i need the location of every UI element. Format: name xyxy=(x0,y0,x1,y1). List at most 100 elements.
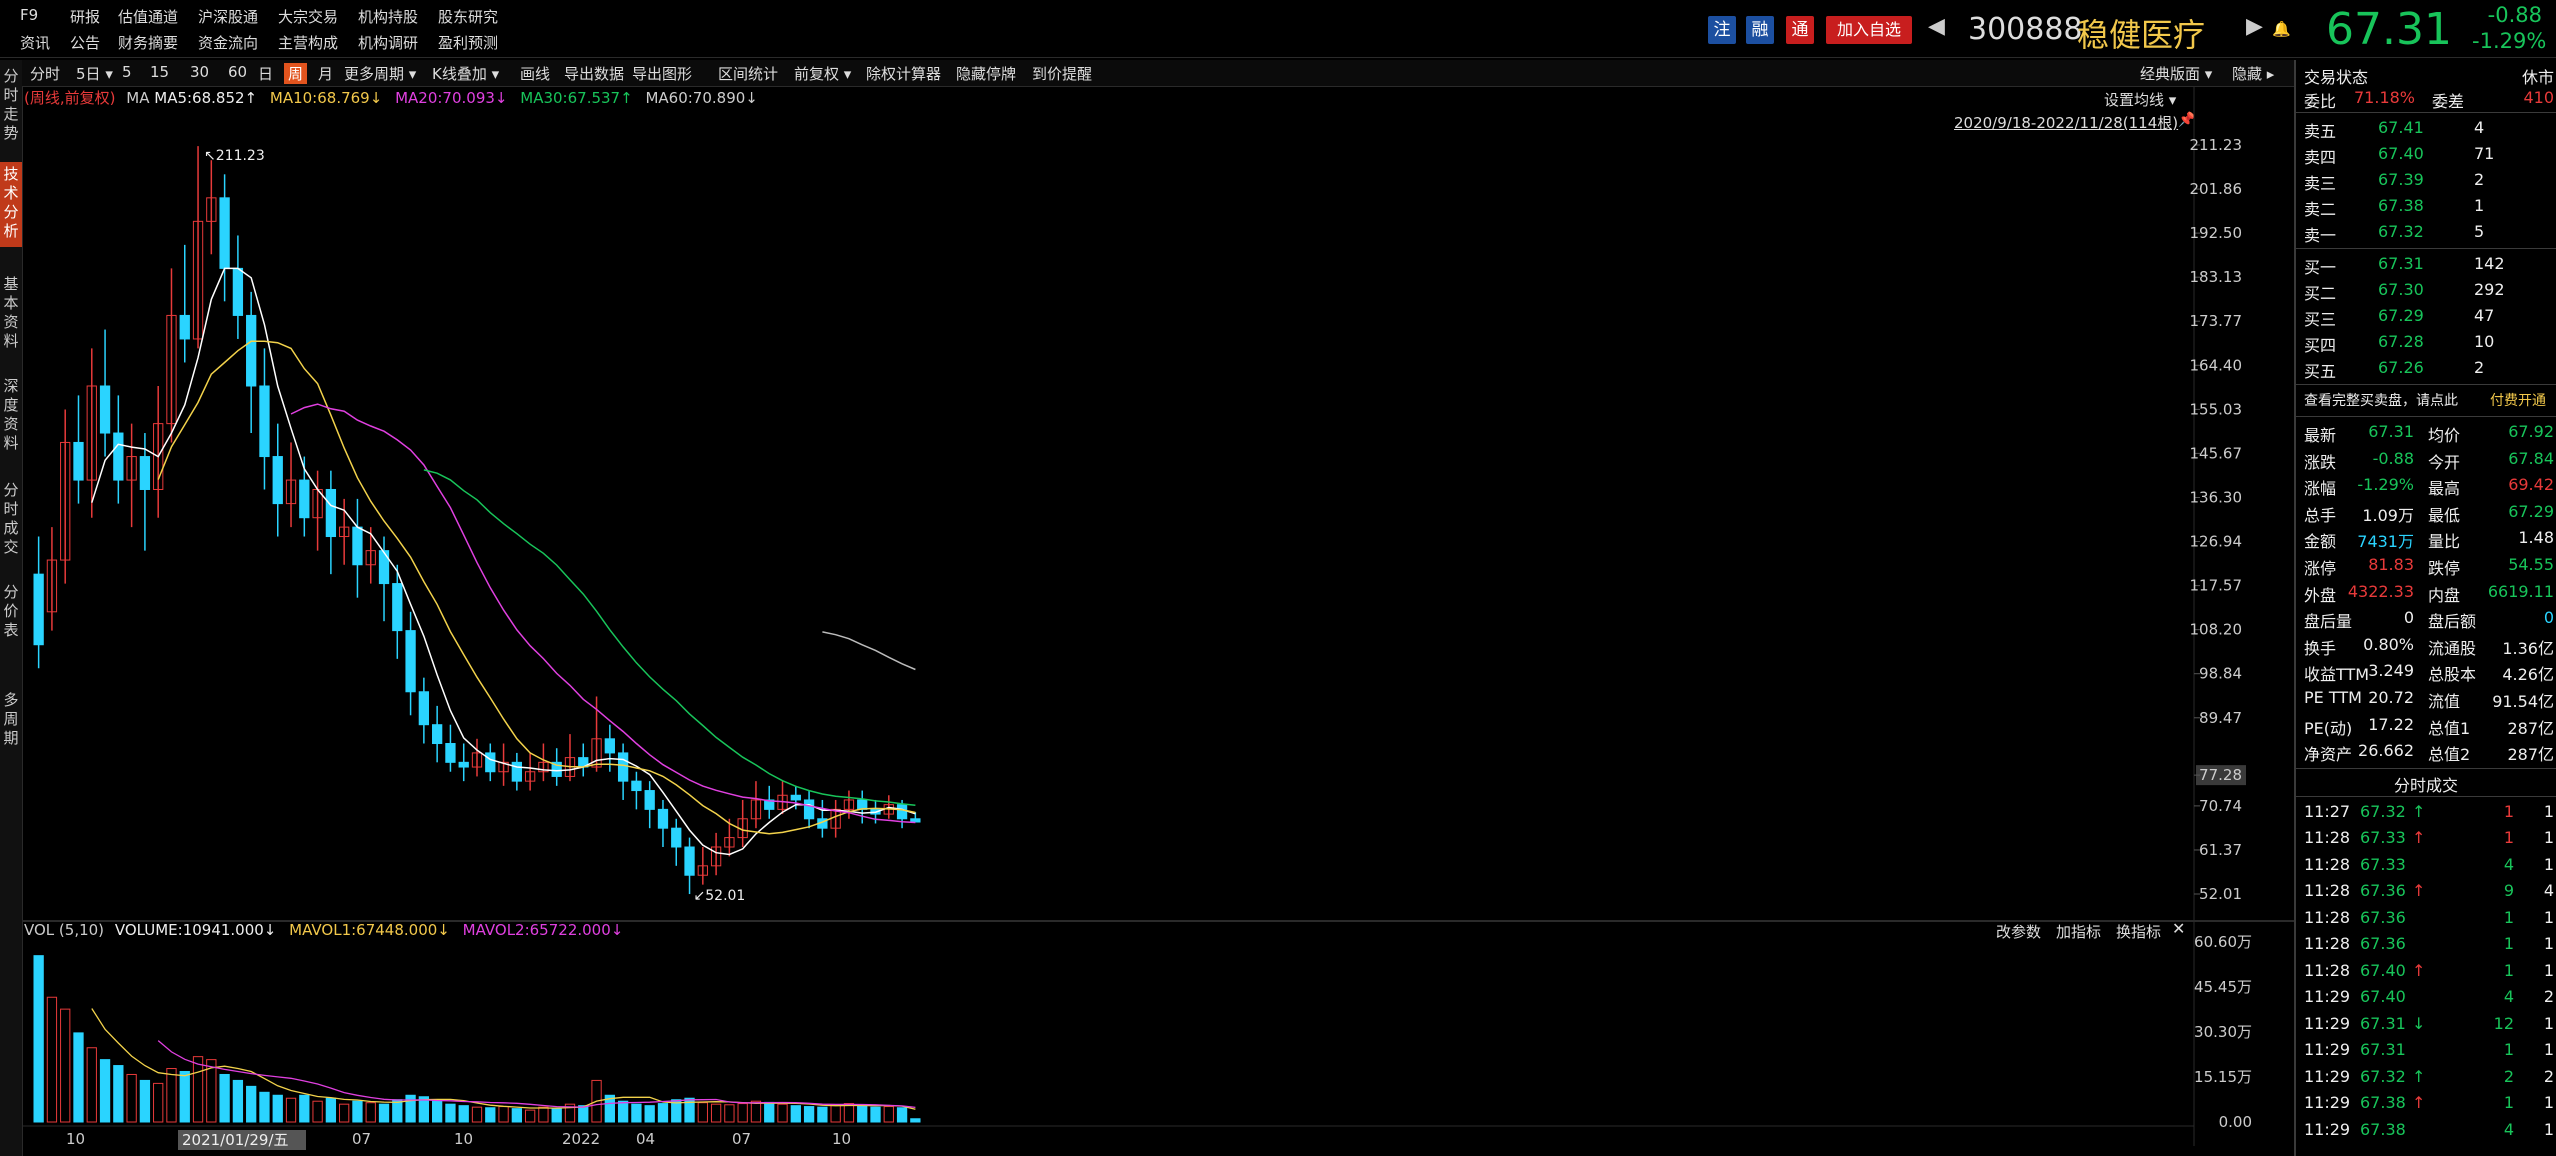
volume-bar xyxy=(86,1047,97,1123)
volume-bar xyxy=(524,1109,536,1123)
left-tab-3[interactable]: 深度资料 xyxy=(0,374,22,459)
orderbook-upgrade-promo[interactable]: 查看完整买卖盘，请点此 付费开通 xyxy=(2304,388,2554,414)
volume-bar xyxy=(73,1032,84,1123)
stat-label: 均价 xyxy=(2428,426,2461,445)
stat-label: 换手 xyxy=(2304,638,2337,658)
ask-volume: 1 xyxy=(2474,196,2485,215)
nav-item-r2-2[interactable]: 财务摘要 xyxy=(118,32,178,53)
trade-time: 11:29 xyxy=(2304,1119,2351,1139)
left-vertical-tabs: 分时走势技术分析基本资料深度资料分时成交分价表多周期 xyxy=(0,60,23,1156)
nav-item-r1-3[interactable]: 沪深股通 xyxy=(198,6,258,27)
nav-item-r1-5[interactable]: 机构持股 xyxy=(358,6,418,27)
toolbar-item-0[interactable]: 分时 xyxy=(30,63,60,84)
trade-row: 11:28 67.33 4 1 xyxy=(2304,853,2554,879)
last-price: 67.31 xyxy=(2326,4,2452,55)
trade-time: 11:29 xyxy=(2304,1066,2351,1086)
nav-item-r1-2[interactable]: 估值通道 xyxy=(118,6,178,27)
stat-value: 4322.33 xyxy=(2347,581,2414,601)
nav-item-r2-3[interactable]: 资金流向 xyxy=(198,32,258,53)
ask-price: 67.41 xyxy=(2378,118,2424,137)
badge-zhu-button[interactable]: 注 xyxy=(1708,16,1736,44)
trade-count: 2 xyxy=(2543,987,2554,1007)
nav-item-r2-6[interactable]: 盈利预测 xyxy=(438,32,498,53)
promo-text: 查看完整买卖盘，请点此 xyxy=(2304,393,2458,409)
toolbar-item-label: 60 xyxy=(228,63,248,81)
stock-code: 300888 xyxy=(1968,12,2083,47)
toolbar-item-3[interactable]: 15 xyxy=(150,63,169,81)
volume-bar xyxy=(803,1106,815,1123)
volume-bar xyxy=(352,1100,363,1123)
toolbar-item-label: 5日 xyxy=(76,65,101,83)
toolbar-item-16[interactable]: 除权计算器 xyxy=(866,63,941,84)
toolbar-item-12[interactable]: 导出数据 xyxy=(564,63,624,84)
badge-tong-button[interactable]: 通 xyxy=(1786,16,1814,44)
high-annotation: ↖211.23 xyxy=(204,148,265,164)
stat-value: 6619.11 xyxy=(2487,581,2554,601)
toolbar-item-13[interactable]: 导出图形 xyxy=(632,63,692,84)
toolbar-item-14[interactable]: 区间统计 xyxy=(718,63,778,84)
volume-bar xyxy=(219,1073,230,1123)
weibi-row: 委比 71.18% 委差 410 xyxy=(2304,86,2554,112)
toolbar-item-18[interactable]: 到价提醒 xyxy=(1032,63,1092,84)
toolbar-item-7[interactable]: 周 xyxy=(284,63,308,84)
toolbar-item-6[interactable]: 日 xyxy=(258,63,273,84)
nav-item-r1-1[interactable]: 研报 xyxy=(70,6,100,27)
price-axis-label: 183.13 xyxy=(2190,268,2243,286)
bell-icon[interactable]: 🔔 xyxy=(2272,20,2291,38)
trade-direction: ↓ xyxy=(2412,1013,2426,1033)
candle-body xyxy=(857,799,868,810)
toolbar-item-15[interactable]: 前复权 ▾ xyxy=(794,63,851,84)
prev-stock-arrow-icon[interactable]: ◀ xyxy=(1928,14,1945,39)
candle-body xyxy=(910,818,921,823)
toolbar-item-2[interactable]: 5 xyxy=(122,63,132,81)
toolbar-item-9[interactable]: 更多周期 ▾ xyxy=(344,63,416,84)
volume-bar xyxy=(405,1094,416,1123)
stat-value: 1.09万 xyxy=(2362,505,2414,525)
volume-bar xyxy=(631,1103,642,1123)
nav-item-r1-0[interactable]: F9 xyxy=(20,6,38,24)
toolbar-item-5[interactable]: 60 xyxy=(228,63,247,81)
layout-selector[interactable]: 经典版面 ▾ xyxy=(2140,63,2212,84)
add-to-watchlist-button[interactable]: 加入自选 xyxy=(1826,16,1912,44)
nav-item-r2-4[interactable]: 主营构成 xyxy=(278,32,338,53)
hide-button[interactable]: 隐藏 ▸ xyxy=(2232,63,2274,84)
left-tab-5[interactable]: 分价表 xyxy=(0,580,22,646)
stat-value: 67.29 xyxy=(2508,501,2554,521)
left-tab-0[interactable]: 分时走势 xyxy=(0,64,22,149)
left-tab-1[interactable]: 技术分析 xyxy=(0,162,22,247)
toolbar-item-1[interactable]: 5日 ▾ xyxy=(76,63,113,84)
kline-chart[interactable]: 211.23 201.86 192.50 183.13 173.77 164.40 155.… xyxy=(22,86,2294,1156)
nav-item-r1-6[interactable]: 股东研究 xyxy=(438,6,498,27)
volume-bar xyxy=(126,1073,137,1123)
left-tab-6[interactable]: 多周期 xyxy=(0,688,22,754)
stat-row: 金额 7431万 量比 1.48 xyxy=(2304,526,2554,552)
toolbar-item-label: 前复权 xyxy=(794,65,840,83)
dropdown-arrow-icon: ▾ xyxy=(100,65,113,83)
nav-item-r2-1[interactable]: 公告 xyxy=(70,32,100,53)
toolbar-item-17[interactable]: 隐藏停牌 xyxy=(956,63,1016,84)
trade-price: 67.33 xyxy=(2360,854,2406,874)
next-stock-arrow-icon[interactable]: ▶ xyxy=(2246,14,2263,39)
volume-bar xyxy=(259,1091,270,1123)
toolbar-item-10[interactable]: K线叠加 ▾ xyxy=(432,63,499,84)
weicha-label: 委差 xyxy=(2432,92,2465,111)
nav-item-r1-4[interactable]: 大宗交易 xyxy=(278,6,338,27)
volume-bar xyxy=(445,1103,456,1123)
stat-label: 总股本 xyxy=(2428,665,2477,685)
trade-price: 67.40 xyxy=(2360,987,2406,1007)
toolbar-item-11[interactable]: 画线 xyxy=(520,63,550,84)
nav-item-r2-5[interactable]: 机构调研 xyxy=(358,32,418,53)
toolbar-item-4[interactable]: 30 xyxy=(190,63,209,81)
trade-row: 11:29 67.40 4 2 xyxy=(2304,985,2554,1011)
left-tab-4[interactable]: 分时成交 xyxy=(0,478,22,563)
promo-link[interactable]: 付费开通 xyxy=(2490,390,2546,410)
badge-rong-button[interactable]: 融 xyxy=(1746,16,1774,44)
trade-volume: 4 xyxy=(2503,987,2514,1007)
left-tab-2[interactable]: 基本资料 xyxy=(0,272,22,357)
volume-bar xyxy=(830,1104,841,1123)
toolbar-item-8[interactable]: 月 xyxy=(318,63,333,84)
trade-count: 1 xyxy=(2543,801,2554,821)
trade-time: 11:27 xyxy=(2304,801,2351,821)
nav-item-r2-0[interactable]: 资讯 xyxy=(20,32,50,53)
ask-row: 卖四 67.40 71 xyxy=(2304,142,2554,168)
